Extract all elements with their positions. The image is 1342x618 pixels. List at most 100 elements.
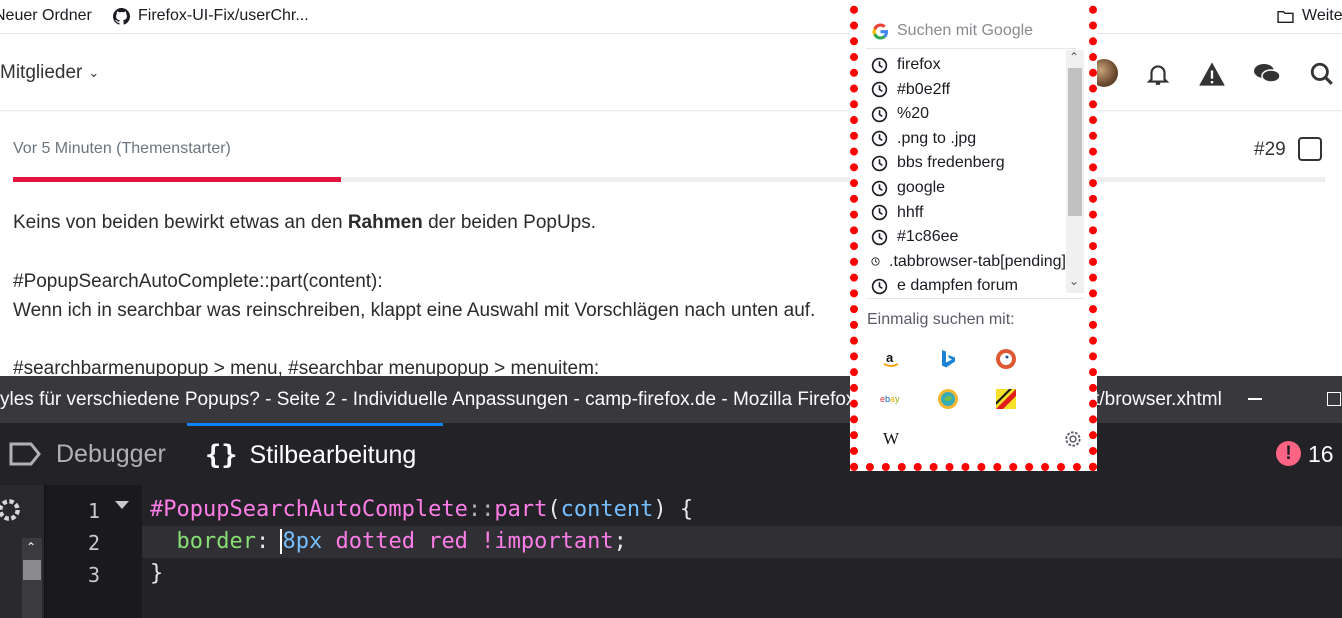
suggestion-label: e dampfen forum — [897, 277, 1018, 295]
bookmark-folder-weitere[interactable]: Weitere — [1277, 7, 1342, 25]
suggestion-item[interactable]: %20 — [871, 105, 1066, 123]
css-value-number: 8px — [280, 529, 323, 554]
duckduckgo-icon[interactable] — [994, 347, 1018, 371]
suggestion-item[interactable]: #b0e2ff — [871, 81, 1066, 99]
search-autocomplete-popup: Suchen mit Google firefox #b0e2ff %20 .png … — [850, 0, 1097, 471]
suggestion-item[interactable]: bbs fredenberg — [871, 154, 1066, 172]
suggestion-label: .tabbrowser-tab[pending] — [889, 252, 1066, 270]
post-line-3: Wenn ich in searchbar was reinschreiben,… — [13, 300, 816, 321]
css-selector: #PopupSearchAutoComplete — [150, 497, 468, 522]
wikipedia-icon[interactable]: W — [879, 427, 903, 451]
scroll-up-arrow[interactable]: ⌃ — [26, 540, 36, 554]
tab-label: Debugger — [56, 439, 166, 468]
read-progress-fill — [13, 177, 341, 182]
search-placeholder: Suchen mit Google — [897, 22, 1034, 39]
post-text: Keins von beiden bewirkt etwas an den — [13, 212, 348, 233]
line-number: 3 — [87, 563, 100, 587]
devtools-tabbar: Debugger {} Stilbearbeitung ! 16 — [0, 423, 1342, 485]
style-editor[interactable]: ⌃ 1 2 3 #PopupSearchAutoComplete::part(c… — [0, 485, 1342, 618]
error-icon[interactable]: ! — [1276, 441, 1301, 466]
read-progress-bar — [13, 177, 1325, 182]
history-clock-icon — [871, 278, 888, 295]
suggestion-label: %20 — [897, 105, 930, 123]
bookmarks-toolbar: Neuer Ordner Firefox-UI-Fix/userChr... W… — [0, 0, 1342, 34]
conversations-icon[interactable] — [1252, 59, 1282, 89]
bookmark-folder-neuer-ordner[interactable]: Neuer Ordner — [0, 7, 92, 25]
suggestion-label: hhff — [897, 203, 924, 221]
ebay-icon[interactable]: ebay — [879, 387, 903, 411]
maximize-button[interactable] — [1327, 392, 1341, 406]
members-menu[interactable]: Mitglieder ⌄ — [0, 62, 99, 84]
search-settings-gear-icon[interactable] — [1061, 427, 1085, 451]
tab-label: Stilbearbeitung — [249, 441, 417, 469]
warning-icon[interactable] — [1197, 59, 1227, 89]
css-punct: : — [255, 529, 283, 554]
github-icon — [113, 7, 130, 25]
line-number: 2 — [87, 531, 100, 555]
bell-icon[interactable] — [1143, 59, 1173, 89]
post-text: der beiden PopUps. — [422, 212, 597, 233]
css-punct: :: — [467, 497, 495, 522]
scroll-up-arrow[interactable]: ⌃ — [1069, 50, 1079, 64]
post-select-checkbox[interactable] — [1298, 137, 1322, 161]
history-clock-icon — [871, 155, 888, 172]
post-number[interactable]: #29 — [1254, 139, 1286, 161]
css-property: border — [176, 529, 256, 554]
braces-icon: {} — [205, 440, 238, 471]
members-label: Mitglieder — [0, 62, 83, 83]
separator — [866, 298, 1084, 299]
separator — [866, 48, 1076, 49]
history-clock-icon — [871, 229, 888, 245]
css-important: !important — [467, 529, 614, 554]
css-function: part — [494, 497, 548, 522]
css-punct: { — [666, 497, 694, 522]
minimize-button[interactable] — [1248, 398, 1262, 400]
code-line-3: } — [150, 561, 164, 586]
suggestion-label: .png to .jpg — [897, 129, 977, 147]
code-line-2: border: 8px dotted red !important; — [150, 529, 627, 554]
bing-icon[interactable] — [936, 347, 960, 371]
suggestion-item[interactable]: e dampfen forum — [871, 277, 1066, 295]
suggestion-label: firefox — [897, 56, 941, 73]
history-clock-icon — [871, 81, 888, 98]
history-clock-icon — [871, 204, 888, 221]
tab-style-editor[interactable]: {} Stilbearbeitung — [187, 423, 443, 485]
post-line-2: #PopupSearchAutoComplete::part(content): — [13, 271, 383, 292]
leo-icon[interactable] — [994, 387, 1018, 411]
scroll-thumb[interactable] — [1068, 68, 1082, 216]
suggestion-item[interactable]: firefox — [871, 56, 1066, 74]
suggestion-item[interactable]: google — [871, 179, 1066, 197]
css-arg: content — [560, 497, 654, 522]
suggestion-label: #b0e2ff — [897, 80, 951, 98]
forum-post: Vor 5 Minuten (Themenstarter) #29 Keins … — [0, 112, 1342, 379]
fold-arrow-icon[interactable] — [115, 501, 129, 509]
history-clock-icon — [871, 257, 880, 266]
history-clock-icon — [871, 57, 888, 73]
search-icon[interactable] — [1307, 59, 1337, 89]
css-value: dotted red — [322, 529, 468, 554]
chevron-down-icon: ⌄ — [88, 65, 100, 80]
ecosia-icon[interactable] — [936, 387, 960, 411]
svg-text:a: a — [886, 350, 894, 365]
suggestion-item[interactable]: hhff — [871, 204, 1066, 222]
css-punct: ) — [653, 497, 667, 522]
gear-icon[interactable] — [0, 497, 22, 523]
bookmark-folder-label: Weitere — [1302, 7, 1342, 24]
bookmark-label: Firefox-UI-Fix/userChr... — [138, 7, 309, 24]
suggestion-item[interactable]: #1c86ee — [871, 228, 1066, 246]
suggestion-item[interactable]: .png to .jpg — [871, 130, 1066, 148]
css-punct: ; — [613, 529, 627, 554]
scroll-thumb[interactable] — [23, 560, 41, 580]
debugger-icon — [9, 442, 41, 466]
bookmark-folder-label: Neuer Ordner — [0, 7, 92, 24]
suggestions-scrollbar[interactable]: ⌃ ⌄ — [1066, 50, 1084, 293]
tab-debugger[interactable]: Debugger — [8, 423, 166, 485]
suggestion-item[interactable]: .tabbrowser-tab[pending] — [871, 253, 1066, 271]
scroll-down-arrow[interactable]: ⌄ — [1069, 274, 1079, 288]
scrollbar[interactable]: ⌃ — [22, 538, 42, 618]
bookmark-github[interactable]: Firefox-UI-Fix/userChr... — [113, 7, 309, 25]
google-icon — [872, 22, 889, 40]
search-header: Suchen mit Google — [872, 22, 1033, 40]
error-count[interactable]: 16 — [1308, 441, 1334, 468]
amazon-icon[interactable]: a — [879, 347, 903, 371]
